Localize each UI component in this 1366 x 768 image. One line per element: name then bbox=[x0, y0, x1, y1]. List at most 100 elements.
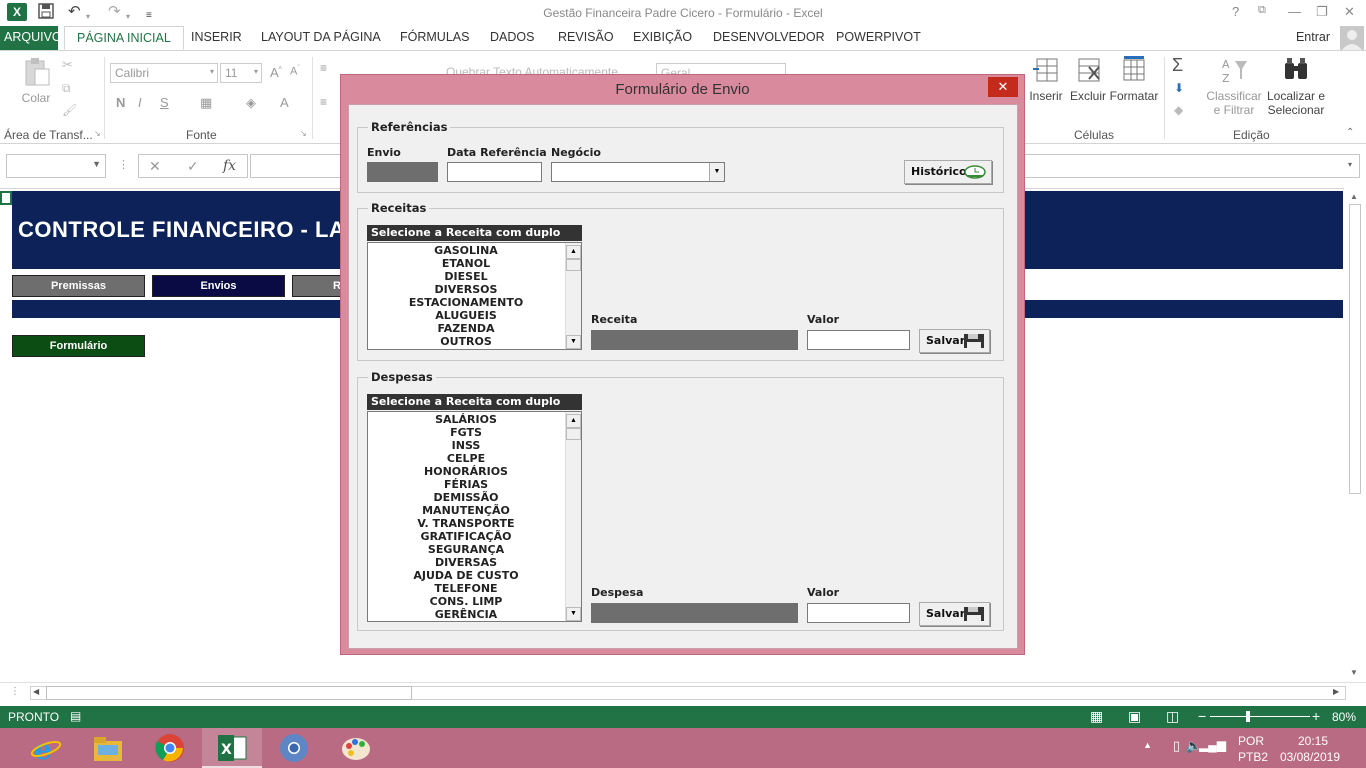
name-box[interactable]: ▼ bbox=[6, 154, 106, 178]
list-item[interactable]: MANUTENÇÃO bbox=[368, 504, 564, 517]
list-item[interactable]: FAZENDA bbox=[368, 322, 564, 335]
list-item[interactable]: GRATIFICAÇÃO bbox=[368, 530, 564, 543]
keyboard-layout[interactable]: PTB2 bbox=[1238, 750, 1268, 764]
help-button[interactable]: ? bbox=[1232, 4, 1239, 19]
cut-icon[interactable]: ✂ bbox=[62, 57, 73, 73]
clock-date[interactable]: 03/08/2019 bbox=[1280, 750, 1340, 764]
list-item[interactable]: DEMISSÃO bbox=[368, 491, 564, 504]
list-item[interactable]: INSS bbox=[368, 439, 564, 452]
premissas-button[interactable]: Premissas bbox=[12, 275, 145, 297]
receitas-list-scrollbar[interactable]: ▲ ▼ bbox=[565, 243, 581, 349]
close-window-button[interactable]: ✕ bbox=[1344, 4, 1355, 20]
tab-revisao[interactable]: REVISÃO bbox=[546, 26, 626, 50]
page-break-view-icon[interactable]: ◫ bbox=[1166, 708, 1179, 725]
list-item[interactable]: AJUDA DE CUSTO bbox=[368, 569, 564, 582]
chrome-icon[interactable] bbox=[140, 728, 200, 768]
italic-button[interactable]: I bbox=[138, 95, 142, 110]
horizontal-scroll-thumb[interactable] bbox=[46, 686, 412, 700]
tab-inserir[interactable]: INSERIR bbox=[179, 26, 254, 50]
scroll-up-icon[interactable]: ▲ bbox=[566, 414, 581, 428]
page-layout-view-icon[interactable]: ▣ bbox=[1128, 708, 1141, 725]
show-hidden-icons[interactable]: ▲ bbox=[1143, 740, 1152, 750]
tab-layout-da-pagina[interactable]: LAYOUT DA PÁGINA bbox=[249, 26, 393, 50]
list-item[interactable]: SEGURANÇA bbox=[368, 543, 564, 556]
font-color-icon[interactable]: A bbox=[280, 95, 289, 110]
fill-color-icon[interactable]: ◈ bbox=[246, 95, 256, 111]
minimize-button[interactable]: — bbox=[1288, 4, 1301, 19]
list-item[interactable]: HONORÁRIOS bbox=[368, 465, 564, 478]
historico-button[interactable]: Histórico bbox=[904, 160, 992, 184]
tab-desenvolvedor[interactable]: DESENVOLVEDOR bbox=[701, 26, 837, 50]
zoom-slider-thumb[interactable] bbox=[1246, 711, 1250, 722]
fill-icon[interactable]: ⬇ bbox=[1174, 81, 1184, 95]
tab-arquivo[interactable]: ARQUIVO bbox=[0, 26, 62, 50]
tab-exibicao[interactable]: EXIBIÇÃO bbox=[621, 26, 704, 50]
network-icon[interactable]: ▂▄▆ bbox=[1199, 738, 1226, 752]
despesas-list-scrollbar[interactable]: ▲ ▼ bbox=[565, 412, 581, 621]
list-item[interactable]: DIESEL bbox=[368, 270, 564, 283]
align-left-icon[interactable]: ≡ bbox=[320, 95, 327, 109]
zoom-level[interactable]: 80% bbox=[1332, 710, 1356, 724]
list-item[interactable]: FÉRIAS bbox=[368, 478, 564, 491]
clipboard-launcher-icon[interactable]: ↘ bbox=[94, 129, 101, 138]
scroll-up-icon[interactable]: ▲ bbox=[566, 245, 581, 259]
normal-view-icon[interactable]: ▦ bbox=[1090, 708, 1103, 725]
tab-pagina-inicial[interactable]: PÁGINA INICIAL bbox=[64, 26, 184, 50]
list-item[interactable]: DIVERSAS bbox=[368, 556, 564, 569]
despesas-listbox[interactable]: SALÁRIOS FGTS INSS CELPE HONORÁRIOS FÉRI… bbox=[367, 411, 582, 622]
scroll-thumb[interactable] bbox=[1349, 204, 1361, 494]
list-item[interactable]: GASOLINA bbox=[368, 244, 564, 257]
format-painter-icon[interactable]: 🖌 bbox=[62, 103, 77, 117]
receita-field[interactable] bbox=[591, 330, 798, 350]
zoom-slider[interactable] bbox=[1210, 716, 1310, 717]
list-item[interactable]: ETANOL bbox=[368, 257, 564, 270]
negocio-select[interactable]: ▼ bbox=[551, 162, 725, 182]
file-explorer-icon[interactable] bbox=[78, 728, 138, 768]
list-item[interactable]: V. TRANSPORTE bbox=[368, 517, 564, 530]
scroll-left-icon[interactable]: ◀ bbox=[33, 687, 39, 696]
receitas-listbox[interactable]: GASOLINA ETANOL DIESEL DIVERSOS ESTACION… bbox=[367, 242, 582, 350]
restore-button[interactable]: ❐ bbox=[1316, 4, 1328, 20]
paint-icon[interactable] bbox=[326, 728, 386, 768]
vertical-scrollbar[interactable]: ▲ ▼ bbox=[1346, 190, 1364, 680]
save-despesa-button[interactable]: Salvar bbox=[919, 602, 990, 626]
insert-function-icon[interactable]: fx bbox=[223, 158, 236, 174]
insert-cells-button[interactable]: Inserir bbox=[1026, 55, 1066, 103]
list-item[interactable]: CELPE bbox=[368, 452, 564, 465]
chevron-down-icon[interactable]: ▼ bbox=[709, 163, 724, 181]
tab-powerpivot[interactable]: POWERPIVOT bbox=[824, 26, 933, 50]
find-select-button[interactable]: Localizar e Selecionar bbox=[1264, 55, 1328, 117]
scroll-right-icon[interactable]: ▶ bbox=[1333, 687, 1339, 696]
bold-button[interactable]: N bbox=[116, 95, 125, 110]
list-item[interactable]: DIVERSOS bbox=[368, 283, 564, 296]
font-launcher-icon[interactable]: ↘ bbox=[300, 129, 307, 138]
autosum-icon[interactable]: Σ bbox=[1172, 55, 1183, 76]
language-indicator[interactable]: POR bbox=[1238, 734, 1264, 748]
zoom-out-button[interactable]: − bbox=[1198, 708, 1206, 724]
delete-cells-button[interactable]: Excluir bbox=[1068, 55, 1108, 103]
ie-icon[interactable]: e bbox=[16, 728, 76, 768]
list-item[interactable]: FGTS bbox=[368, 426, 564, 439]
expand-formula-bar-icon[interactable]: ▾ bbox=[1348, 160, 1352, 169]
underline-button[interactable]: S bbox=[160, 95, 169, 110]
list-item[interactable]: TELEFONE bbox=[368, 582, 564, 595]
selected-cell[interactable] bbox=[0, 191, 12, 205]
list-item[interactable]: ALUGUEIS bbox=[368, 309, 564, 322]
excel-taskbar-icon[interactable]: X bbox=[202, 728, 262, 768]
tab-formulas[interactable]: FÓRMULAS bbox=[388, 26, 481, 50]
ribbon-display-options-icon[interactable]: ⧉ bbox=[1258, 4, 1266, 17]
list-item[interactable]: GERÊNCIA bbox=[368, 608, 564, 621]
scroll-down-icon[interactable]: ▼ bbox=[566, 607, 581, 621]
sign-in-link[interactable]: Entrar bbox=[1296, 30, 1330, 44]
scroll-thumb[interactable] bbox=[566, 428, 581, 440]
scroll-thumb[interactable] bbox=[566, 259, 581, 271]
scroll-up-icon[interactable]: ▲ bbox=[1350, 192, 1358, 201]
list-item[interactable]: SALÁRIOS bbox=[368, 413, 564, 426]
list-item[interactable]: OUTROS bbox=[368, 335, 564, 348]
list-item[interactable]: CONS. LIMP bbox=[368, 595, 564, 608]
chrome-alt-icon[interactable] bbox=[264, 728, 324, 768]
despesa-field[interactable] bbox=[591, 603, 798, 623]
scroll-down-icon[interactable]: ▼ bbox=[566, 335, 581, 349]
align-top-icon[interactable]: ≡ bbox=[320, 61, 327, 75]
copy-icon[interactable]: ⧉ bbox=[62, 81, 71, 96]
